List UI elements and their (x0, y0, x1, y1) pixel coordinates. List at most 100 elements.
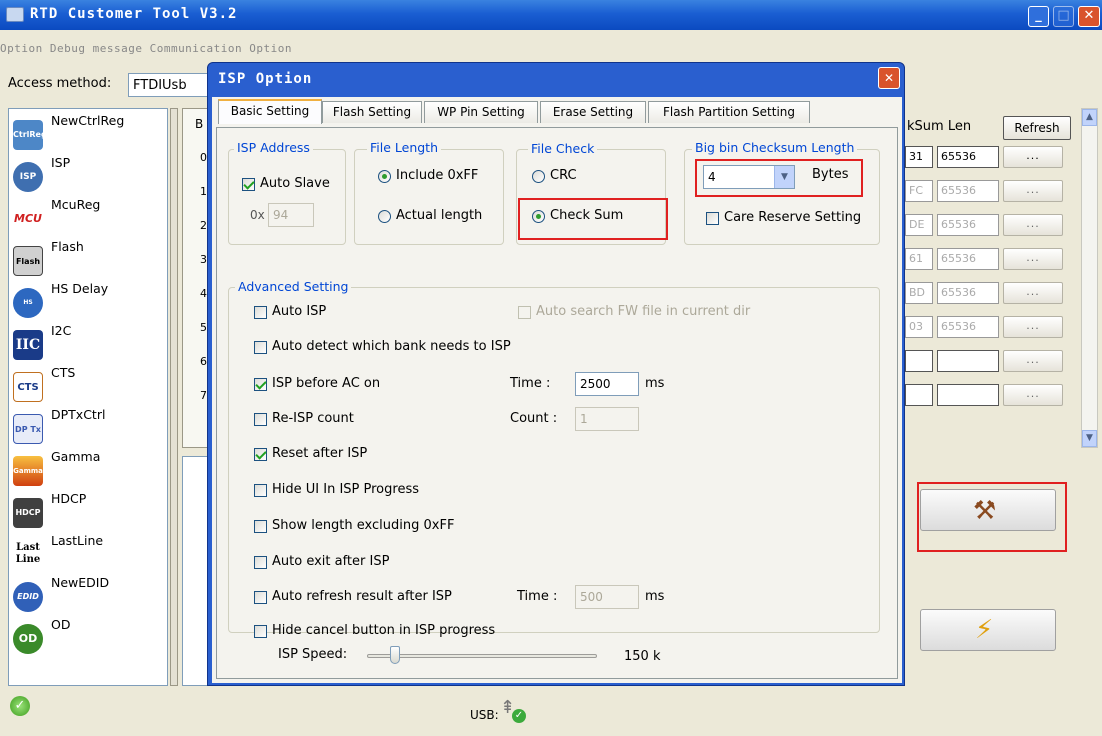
column-header-checksum-len: kSum Len (907, 119, 972, 134)
auto-search-checkbox[interactable] (518, 306, 531, 319)
dialog-body: Basic Setting Flash Setting WP Pin Setti… (212, 97, 902, 683)
sidebar-item-newedid[interactable]: EDID NewEDID (9, 575, 167, 615)
address-prefix: 0x (250, 208, 265, 222)
browse-button[interactable]: ... (1003, 350, 1063, 372)
usb-label: USB: (470, 708, 499, 722)
hs-delay-icon: HS Delay (13, 288, 43, 318)
auto-refresh-label: Auto refresh result after ISP (272, 589, 452, 604)
file-length-label: File Length (367, 140, 442, 155)
re-isp-count-input[interactable]: 1 (575, 407, 639, 431)
close-button[interactable]: ✕ (1078, 6, 1100, 27)
isp-speed-track[interactable] (367, 654, 597, 658)
sidebar-item-newctrlreg[interactable]: CtrlReg NewCtrlReg (9, 113, 167, 153)
reset-after-isp-label: Reset after ISP (272, 446, 368, 461)
length-cell (937, 350, 999, 372)
auto-exit-label: Auto exit after ISP (272, 554, 390, 569)
crc-label: CRC (550, 168, 577, 183)
re-isp-count-checkbox[interactable] (254, 413, 267, 426)
re-isp-count-label: Re-ISP count (272, 411, 354, 426)
sidebar-item-lastline[interactable]: Last Line LastLine (9, 533, 167, 573)
tab-flash-setting[interactable]: Flash Setting (322, 101, 422, 123)
reset-after-isp-checkbox[interactable] (254, 448, 267, 461)
sidebar-item-cts[interactable]: CTS CTS (9, 365, 167, 405)
sidebar-item-gamma[interactable]: Gamma Gamma (9, 449, 167, 489)
sidebar-item-hs-delay[interactable]: HS Delay HS Delay (9, 281, 167, 321)
check-sum-label: Check Sum (550, 208, 624, 223)
auto-exit-checkbox[interactable] (254, 556, 267, 569)
hide-cancel-checkbox[interactable] (254, 625, 267, 638)
include-ff-radio[interactable] (378, 170, 391, 183)
checksum-cell (905, 350, 933, 372)
app-icon (6, 7, 24, 22)
browse-button[interactable]: ... (1003, 214, 1063, 236)
length-cell: 65536 (937, 316, 999, 338)
isp-before-ac-checkbox[interactable] (254, 378, 267, 391)
isp-speed-value: 150 k (624, 649, 661, 664)
browse-button[interactable]: ... (1003, 282, 1063, 304)
ac-on-time-input[interactable]: 2500 (575, 372, 639, 396)
isp-tools-button[interactable]: ⚒ (920, 489, 1056, 531)
ms-label: ms (645, 376, 665, 391)
checksum-length-select[interactable]: 4 ▼ (703, 165, 795, 189)
minimize-button[interactable]: _ (1028, 6, 1049, 27)
run-isp-button[interactable]: ⚡ (920, 609, 1056, 651)
sidebar-item-dptxctrl[interactable]: DP Tx DPTxCtrl (9, 407, 167, 447)
refresh-button[interactable]: Refresh (1003, 116, 1071, 140)
auto-isp-label: Auto ISP (272, 304, 327, 319)
hide-ui-checkbox[interactable] (254, 484, 267, 497)
checksum-cell: BD (905, 282, 933, 304)
checksum-cell: DE (905, 214, 933, 236)
tools-icon: ⚒ (973, 496, 997, 526)
browse-button[interactable]: ... (1003, 248, 1063, 270)
browse-button[interactable]: ... (1003, 146, 1063, 168)
actual-length-radio[interactable] (378, 210, 391, 223)
sidebar-item-od[interactable]: OD OD (9, 617, 167, 657)
isp-icon: ISP (13, 162, 43, 192)
access-method-select[interactable]: FTDIUsb (128, 73, 208, 97)
chevron-down-icon[interactable]: ▼ (774, 166, 794, 188)
file-check-label: File Check (528, 141, 598, 156)
browse-button[interactable]: ... (1003, 384, 1063, 406)
sidebar-item-hdcp[interactable]: HDCP HDCP (9, 491, 167, 531)
sidebar-item-label: ISP (51, 155, 71, 170)
checksum-cell: FC (905, 180, 933, 202)
row-index: 7 (200, 389, 207, 402)
checksum-cell: 03 (905, 316, 933, 338)
tab-basic-setting[interactable]: Basic Setting (218, 99, 322, 124)
auto-isp-checkbox[interactable] (254, 306, 267, 319)
tab-flash-partition-setting[interactable]: Flash Partition Setting (648, 101, 810, 123)
tab-wp-pin-setting[interactable]: WP Pin Setting (424, 101, 538, 123)
slave-address-input[interactable]: 94 (268, 203, 314, 227)
hide-cancel-label: Hide cancel button in ISP progress (272, 623, 496, 638)
scroll-down-icon[interactable]: ▼ (1082, 430, 1097, 447)
table-scrollbar[interactable]: ▲ ▼ (1081, 108, 1098, 448)
dialog-close-button[interactable]: ✕ (878, 67, 900, 89)
sidebar-item-label: CTS (51, 365, 76, 380)
menu-bar[interactable]: Option Debug message Communication Optio… (0, 42, 292, 55)
tab-erase-setting[interactable]: Erase Setting (540, 101, 646, 123)
auto-detect-checkbox[interactable] (254, 341, 267, 354)
auto-refresh-checkbox[interactable] (254, 591, 267, 604)
auto-slave-checkbox[interactable] (242, 178, 255, 191)
window-title: RTD Customer Tool V3.2 (30, 6, 238, 22)
sidebar-item-label: HDCP (51, 491, 87, 506)
care-reserve-label: Care Reserve Setting (724, 210, 862, 225)
sidebar-item-i2c[interactable]: IIC I2C (9, 323, 167, 363)
sidebar-item-isp[interactable]: ISP ISP (9, 155, 167, 195)
sidebar-item-mcureg[interactable]: MCU McuReg (9, 197, 167, 237)
refresh-time-input[interactable]: 500 (575, 585, 639, 609)
row-index: 4 (200, 287, 207, 300)
crc-radio[interactable] (532, 170, 545, 183)
check-sum-radio[interactable] (532, 210, 545, 223)
splitter[interactable] (170, 108, 178, 686)
maximize-button[interactable]: □ (1053, 6, 1074, 27)
browse-button[interactable]: ... (1003, 316, 1063, 338)
isp-speed-slider-thumb[interactable] (390, 646, 400, 664)
browse-button[interactable]: ... (1003, 180, 1063, 202)
actual-length-label: Actual length (396, 208, 483, 223)
scroll-up-icon[interactable]: ▲ (1082, 109, 1097, 126)
care-reserve-checkbox[interactable] (706, 212, 719, 225)
sidebar-item-flash[interactable]: Flash Flash (9, 239, 167, 279)
show-length-checkbox[interactable] (254, 520, 267, 533)
sidebar-item-label: NewEDID (51, 575, 110, 590)
